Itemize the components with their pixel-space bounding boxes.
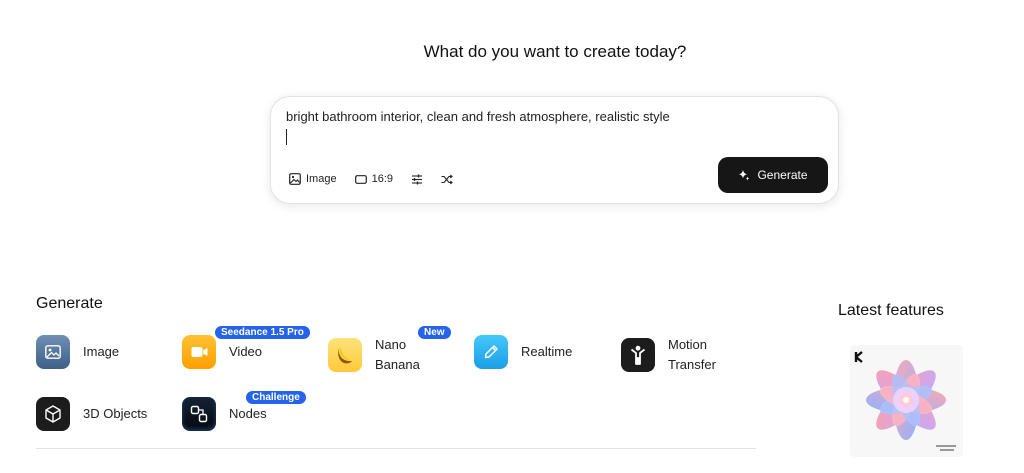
- tool-tile-label-line2: Banana: [375, 357, 420, 372]
- logo-mark: [854, 351, 863, 363]
- page-headline: What do you want to create today?: [423, 42, 687, 61]
- text-caret: [286, 129, 287, 145]
- image-mode-button[interactable]: Image: [289, 173, 337, 185]
- shuffle-icon: [441, 174, 453, 184]
- generate-button[interactable]: Generate: [718, 157, 828, 193]
- prompt-box[interactable]: bright bathroom interior, clean and fres…: [270, 96, 839, 204]
- card-fine-print: [936, 445, 956, 447]
- image-icon: [289, 173, 301, 185]
- tool-tile-label: Video: [229, 344, 263, 359]
- aspect-ratio-icon: [354, 174, 367, 184]
- tool-tile-nano-banana[interactable]: Nano Banana: [328, 335, 420, 375]
- new-badge: New: [418, 326, 451, 339]
- tool-tile-label: Realtime: [521, 344, 573, 359]
- seedance-badge: Seedance 1.5 Pro: [215, 326, 310, 339]
- tool-tile-motion-transfer[interactable]: Motion Transfer: [621, 335, 716, 375]
- challenge-badge: Challenge: [246, 391, 306, 404]
- nodes-icon: [182, 397, 216, 431]
- prompt-input[interactable]: bright bathroom interior, clean and fres…: [286, 109, 670, 124]
- tool-tile-label: Image: [83, 344, 120, 359]
- generate-section-title: Generate: [36, 295, 103, 312]
- video-camera-icon: [182, 335, 216, 369]
- tool-tile-3d-objects[interactable]: 3D Objects: [36, 397, 147, 431]
- banana-icon: [328, 338, 362, 372]
- generate-button-label: Generate: [757, 168, 808, 182]
- aspect-ratio-button[interactable]: 16:9: [354, 173, 393, 185]
- person-icon: [621, 338, 655, 372]
- tool-tile-realtime[interactable]: Realtime: [474, 335, 572, 369]
- randomize-button[interactable]: [441, 174, 453, 185]
- tool-tile-label: Nodes: [229, 406, 267, 421]
- section-divider: [36, 448, 756, 449]
- aspect-ratio-label: 16:9: [371, 173, 393, 185]
- tool-tile-image[interactable]: Image: [36, 335, 119, 369]
- flower-illustration: [854, 351, 956, 451]
- tool-tile-label-line2: Transfer: [668, 357, 716, 372]
- tool-tile-label: 3D Objects: [83, 406, 148, 421]
- latest-feature-card[interactable]: [850, 345, 963, 457]
- settings-button[interactable]: [411, 174, 423, 185]
- prompt-toolbar: Image 16:9: [289, 173, 471, 185]
- latest-features-title: Latest features: [838, 302, 944, 319]
- tool-tile-video[interactable]: Video: [182, 335, 262, 369]
- sparkle-icon: [739, 170, 750, 181]
- tool-tile-label-line1: Motion: [668, 337, 708, 352]
- image-icon: [36, 335, 70, 369]
- pen-icon: [474, 335, 508, 369]
- cube-icon: [36, 397, 70, 431]
- image-mode-label: Image: [306, 173, 337, 185]
- tool-tile-label-line1: Nano: [375, 337, 407, 352]
- sliders-icon: [412, 174, 422, 184]
